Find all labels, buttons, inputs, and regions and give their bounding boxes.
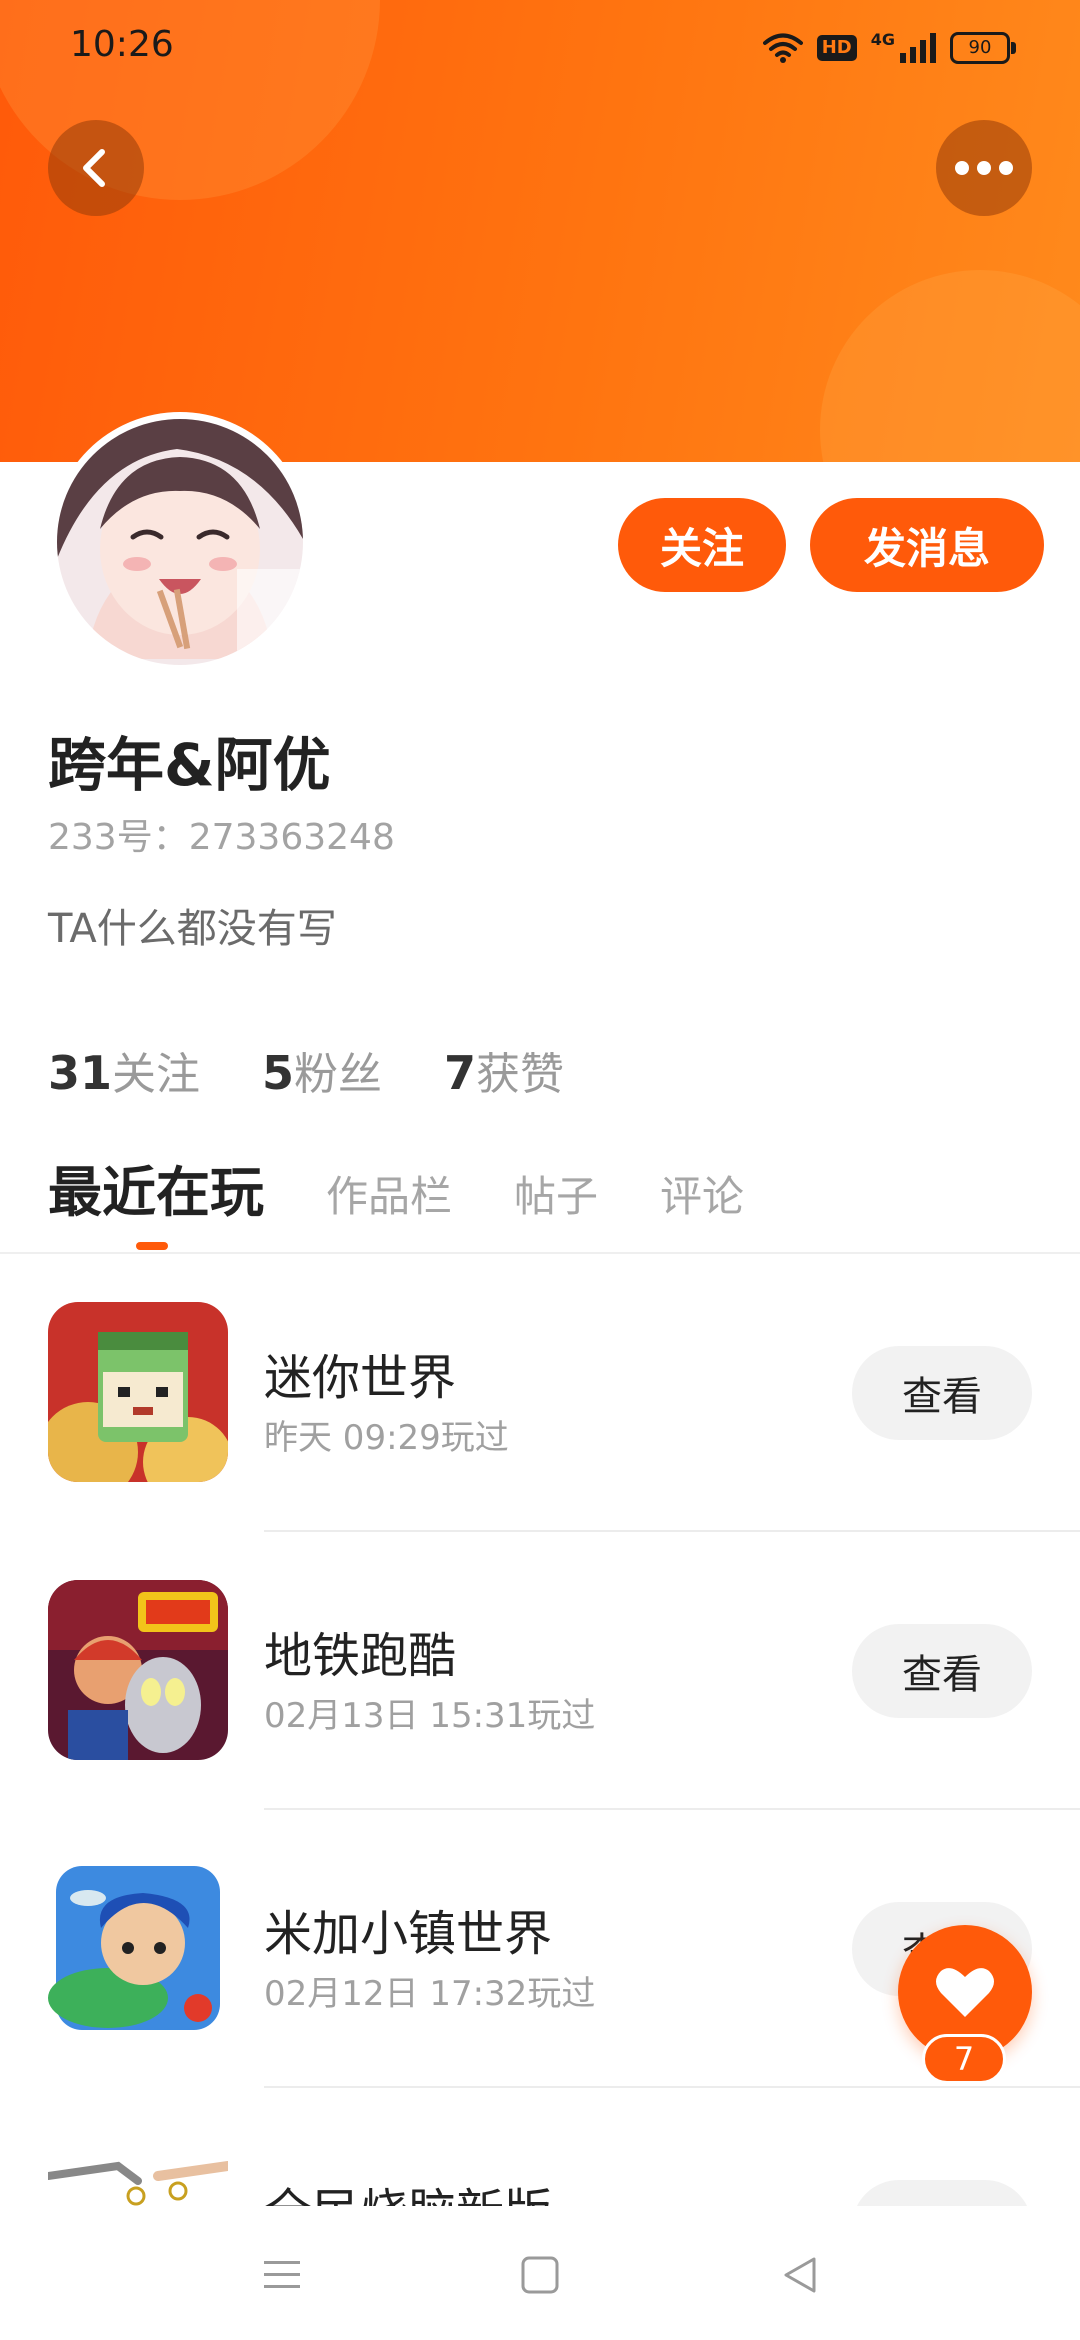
follow-button[interactable]: 关注 <box>618 498 786 592</box>
stat-number: 5 <box>262 1046 295 1100</box>
network-indicator: 4G <box>870 30 936 63</box>
username: 跨年&阿优 <box>48 731 331 799</box>
game-icon-brain-game <box>48 2136 228 2206</box>
game-last-played: 02月12日 17:32玩过 <box>264 1974 596 2014</box>
view-button[interactable]: 查看 <box>852 1624 1032 1718</box>
game-icon-subway-surfers <box>48 1580 228 1760</box>
signal-icon <box>900 33 936 63</box>
heart-icon <box>936 1968 994 2017</box>
view-button[interactable]: 查看 <box>852 2180 1032 2206</box>
divider <box>264 1530 1080 1532</box>
game-last-played: 02月13日 15:31玩过 <box>264 1696 596 1736</box>
network-label: 4G <box>870 30 895 49</box>
menu-icon[interactable] <box>252 2250 312 2300</box>
stat-number: 31 <box>48 1046 113 1100</box>
profile-banner: 10:26 HD 4G 90 <box>0 0 1080 462</box>
game-name: 全民烧脑新版 <box>264 2172 552 2206</box>
game-name: 迷你世界 <box>264 1350 457 1406</box>
list-item[interactable]: 地铁跑酷 02月13日 15:31玩过 查看 <box>0 1580 1080 1858</box>
stat-label: 粉丝 <box>294 1049 383 1100</box>
list-item[interactable]: 迷你世界 昨天 09:29玩过 查看 <box>0 1302 1080 1580</box>
tab-recently-played[interactable]: 最近在玩 <box>48 1148 264 1227</box>
send-message-button[interactable]: 发消息 <box>810 498 1044 592</box>
more-button[interactable] <box>936 120 1032 216</box>
status-bar: 10:26 HD 4G 90 <box>0 0 1080 96</box>
divider <box>264 2086 1080 2088</box>
stat-likes[interactable]: 7获赞 <box>444 1038 564 1102</box>
list-item[interactable]: 全民烧脑新版 查看 <box>0 2136 1080 2206</box>
game-last-played: 昨天 09:29玩过 <box>264 1418 509 1458</box>
like-count-badge: 7 <box>922 2034 1006 2084</box>
stat-followers[interactable]: 5粉丝 <box>262 1038 382 1102</box>
divider <box>264 1808 1080 1810</box>
stat-label: 获赞 <box>476 1049 565 1100</box>
triangle-back-icon[interactable] <box>770 2250 830 2300</box>
more-horizontal-icon <box>955 161 1013 175</box>
wifi-icon <box>762 33 803 63</box>
stat-number: 7 <box>444 1046 477 1100</box>
game-name: 米加小镇世界 <box>264 1906 553 1962</box>
stat-label: 关注 <box>112 1049 201 1100</box>
divider <box>0 1252 1080 1254</box>
system-nav-bar <box>0 2206 1080 2340</box>
active-tab-indicator <box>136 1242 168 1250</box>
tab-comments[interactable]: 评论 <box>660 1163 744 1224</box>
tab-works[interactable]: 作品栏 <box>326 1163 452 1224</box>
user-bio: TA什么都没有写 <box>48 906 337 952</box>
game-icon-mini-world <box>48 1302 228 1482</box>
square-icon[interactable] <box>510 2250 570 2300</box>
banner-decoration <box>820 270 1080 462</box>
game-icon-miga-town <box>48 1858 228 2038</box>
back-button[interactable] <box>48 120 144 216</box>
chevron-left-icon <box>83 149 105 187</box>
profile-stats: 31关注 5粉丝 7获赞 <box>48 1038 564 1102</box>
battery-icon: 90 <box>950 32 1016 64</box>
stat-following[interactable]: 31关注 <box>48 1038 200 1102</box>
avatar[interactable] <box>50 412 310 672</box>
avatar-image <box>57 419 303 665</box>
status-time: 10:26 <box>70 24 174 65</box>
profile-tabs: 最近在玩 作品栏 帖子 评论 <box>48 1148 744 1227</box>
view-button[interactable]: 查看 <box>852 1346 1032 1440</box>
status-icons: HD 4G 90 <box>762 28 1016 68</box>
user-id: 233号：273363248 <box>48 817 395 858</box>
tab-posts[interactable]: 帖子 <box>514 1163 598 1224</box>
game-name: 地铁跑酷 <box>264 1628 457 1684</box>
hd-badge: HD <box>816 35 857 61</box>
